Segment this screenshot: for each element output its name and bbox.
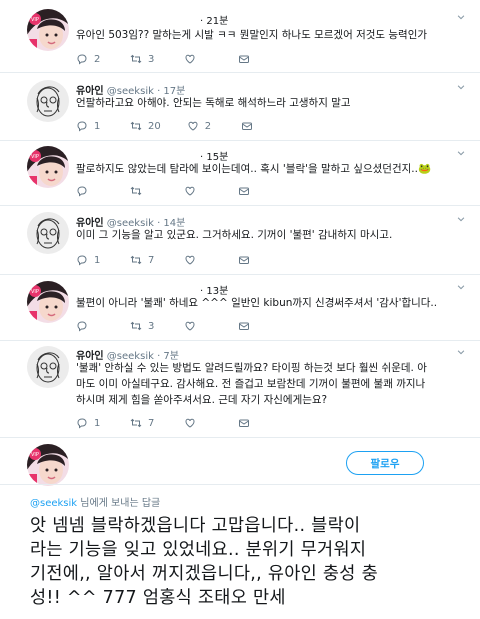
chevron-down-icon[interactable] — [456, 148, 466, 158]
divider — [0, 140, 480, 141]
main-tweet-text: 앗 넴넴 블락하겠읍니다 고맙읍니다.. 블락이 라는 기능을 잊고 있었네요.… — [30, 514, 470, 610]
envelope-icon — [241, 120, 253, 132]
reply-icon — [76, 120, 88, 132]
retweet-button[interactable]: 3 — [130, 320, 158, 332]
like-button[interactable] — [184, 417, 212, 429]
tweet-text-line: '불쾌' 안하실 수 있는 방법도 알려드릴까요? 타이핑 하는것 보다 훨씬 … — [76, 362, 427, 374]
retweet-button[interactable]: 7 — [130, 417, 158, 429]
dm-button[interactable] — [238, 254, 256, 266]
retweet-button[interactable]: 7 — [130, 254, 158, 266]
tweet-text-line: 마도 이미 아실테구요. 감사해요. 전 즐겁고 보람찬데 기꺼이 불편에 불쾌… — [76, 378, 426, 390]
retweet-count: 3 — [148, 320, 155, 332]
like-button[interactable] — [184, 320, 212, 332]
retweet-button[interactable]: 3 — [130, 53, 158, 65]
heart-icon — [184, 185, 196, 197]
envelope-icon — [238, 320, 250, 332]
reply-icon — [76, 417, 88, 429]
retweet-icon — [130, 320, 142, 332]
avatar[interactable] — [27, 80, 69, 122]
reply-button[interactable]: 1 — [76, 417, 104, 429]
retweet-icon — [130, 254, 142, 266]
retweet-count: 20 — [148, 120, 161, 132]
tweet-text: 언팔하라고요 아해야. 안되는 독해로 해석하느라 고생하지 말고 — [76, 97, 351, 109]
reply-context: @seeksik 님에게 보내는 답글 — [30, 494, 160, 509]
reply-button[interactable] — [76, 185, 104, 197]
like-button[interactable] — [184, 254, 212, 266]
chevron-down-icon[interactable] — [456, 282, 466, 292]
reply-to-suffix: 님에게 보내는 답글 — [77, 498, 161, 509]
avatar[interactable] — [27, 146, 69, 188]
retweet-count: 3 — [148, 53, 155, 65]
reply-count: 2 — [94, 53, 101, 65]
tweet-text: 유아인 503임?? 말하는게 시발 ㅋㅋ 뭔말인지 하나도 모르겠어 저것도 … — [76, 29, 428, 41]
main-tweet-line: 성!! ^^ 777 엄홍식 조태오 만세 — [30, 588, 286, 608]
heart-icon — [184, 254, 196, 266]
tweet-text: '불쾌' 안하실 수 있는 방법도 알려드릴까요? 타이핑 하는것 보다 훨씬 … — [76, 360, 466, 408]
divider — [0, 484, 480, 485]
reply-count: 1 — [94, 254, 101, 266]
reply-icon — [76, 53, 88, 65]
retweet-count: 7 — [148, 417, 155, 429]
retweet-count: 7 — [148, 254, 155, 266]
heart-icon — [184, 417, 196, 429]
dm-button[interactable] — [238, 53, 256, 65]
envelope-icon — [238, 185, 250, 197]
avatar[interactable] — [27, 9, 69, 51]
chevron-down-icon[interactable] — [456, 82, 466, 92]
reply-count: 1 — [94, 120, 101, 132]
tweet-text-line: 하시며 제게 힘을 쏟아주셔서요. 근데 자기 자신에게는요? — [76, 394, 328, 406]
reply-icon — [76, 185, 88, 197]
reply-count: 1 — [94, 417, 101, 429]
dm-button[interactable] — [241, 120, 259, 132]
main-tweet-line: 기전에,, 알아서 꺼지겠읍니다,, 유아인 충성 충 — [30, 564, 378, 584]
reply-button[interactable]: 1 — [76, 254, 104, 266]
heart-icon — [184, 53, 196, 65]
reply-to-handle[interactable]: @seeksik — [30, 498, 77, 509]
retweet-icon — [130, 185, 142, 197]
divider — [0, 437, 480, 438]
reply-button[interactable]: 1 — [76, 120, 104, 132]
reply-button[interactable]: 2 — [76, 53, 104, 65]
chevron-down-icon[interactable] — [456, 347, 466, 357]
divider — [0, 205, 480, 206]
avatar[interactable] — [27, 281, 69, 323]
like-button[interactable] — [184, 53, 212, 65]
retweet-button[interactable]: 20 — [130, 120, 161, 132]
dm-button[interactable] — [238, 320, 256, 332]
tweet-time[interactable]: · 21분 — [200, 12, 228, 27]
dm-button[interactable] — [238, 185, 256, 197]
tweet-text: 이미 그 기능을 알고 있군요. 그거하세요. 기꺼이 '불편' 감내하지 마시… — [76, 229, 393, 241]
reply-button[interactable] — [76, 320, 104, 332]
envelope-icon — [238, 417, 250, 429]
avatar[interactable] — [27, 444, 69, 486]
avatar[interactable] — [27, 346, 69, 388]
follow-button[interactable]: 팔로우 — [346, 451, 424, 475]
main-tweet-line: 앗 넴넴 블락하겠읍니다 고맙읍니다.. 블락이 — [30, 516, 361, 536]
retweet-icon — [130, 120, 142, 132]
divider — [0, 340, 480, 341]
divider — [0, 72, 480, 73]
like-count: 2 — [204, 120, 212, 132]
heart-icon — [184, 320, 196, 332]
tweet-text: 팔로하지도 않았는데 탐라에 보이는데여.. 혹시 '블락'을 말하고 싶으셨던… — [76, 163, 432, 175]
retweet-icon — [130, 417, 142, 429]
divider — [0, 274, 480, 275]
main-tweet-line: 라는 기능을 잊고 있었네요.. 분위기 무거워지 — [30, 540, 367, 560]
dm-button[interactable] — [238, 417, 256, 429]
retweet-button[interactable] — [130, 185, 158, 197]
retweet-icon — [130, 53, 142, 65]
like-button[interactable]: 2 — [187, 120, 215, 132]
chevron-down-icon[interactable] — [456, 12, 466, 22]
heart-icon — [187, 120, 199, 132]
like-button[interactable] — [184, 185, 212, 197]
reply-icon — [76, 320, 88, 332]
envelope-icon — [238, 254, 250, 266]
reply-icon — [76, 254, 88, 266]
envelope-icon — [238, 53, 250, 65]
avatar[interactable] — [27, 212, 69, 254]
tweet-text: 불편이 아니라 '불쾌' 하네요 ^^^ 일반인 kibun까지 신경써주셔서 … — [76, 297, 438, 309]
chevron-down-icon[interactable] — [456, 214, 466, 224]
